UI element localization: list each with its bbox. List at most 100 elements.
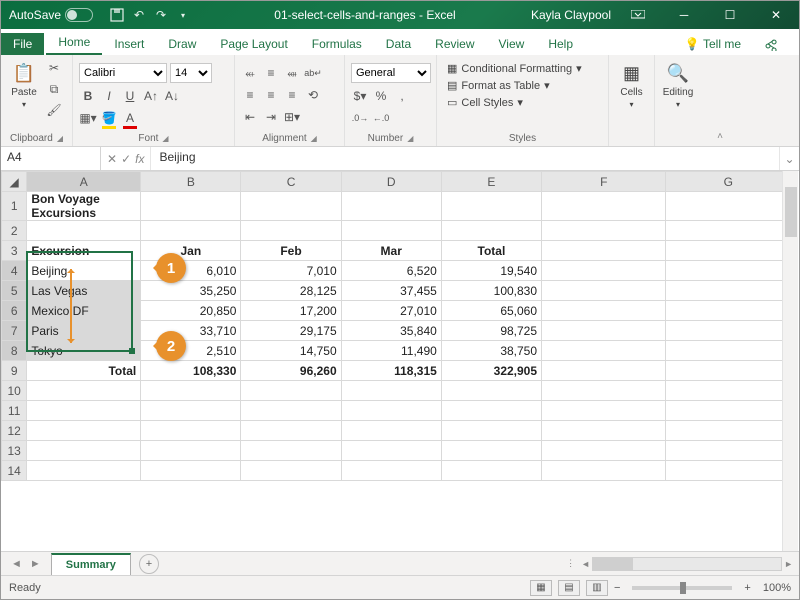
zoom-out-button[interactable]: − xyxy=(614,582,620,594)
tell-me[interactable]: 💡 Tell me xyxy=(673,33,753,55)
tab-help[interactable]: Help xyxy=(536,33,585,55)
row-header[interactable]: 6 xyxy=(2,301,27,321)
ribbon-options-icon[interactable] xyxy=(619,1,657,29)
row-header[interactable]: 14 xyxy=(2,461,27,481)
row-header[interactable]: 5 xyxy=(2,281,27,301)
page-layout-view-icon[interactable]: ▤ xyxy=(558,580,580,596)
undo-icon[interactable]: ↶ xyxy=(131,7,147,23)
cell[interactable]: 7,010 xyxy=(241,261,341,281)
align-bottom-icon[interactable]: ⬵ xyxy=(283,64,301,82)
fill-handle[interactable] xyxy=(129,348,135,354)
formula-input[interactable]: Beijing xyxy=(151,147,779,170)
cell[interactable]: Jan xyxy=(141,241,241,261)
add-sheet-button[interactable]: + xyxy=(139,554,159,574)
maximize-button[interactable]: ☐ xyxy=(711,1,749,29)
font-color-icon[interactable]: A xyxy=(121,109,139,127)
horizontal-scrollbar[interactable] xyxy=(592,557,782,571)
scroll-thumb[interactable] xyxy=(593,558,633,570)
row-header[interactable]: 4 xyxy=(2,261,27,281)
font-size-combo[interactable]: 14 xyxy=(170,63,212,83)
cell[interactable]: 19,540 xyxy=(441,261,541,281)
tab-formulas[interactable]: Formulas xyxy=(300,33,374,55)
col-header[interactable]: G xyxy=(666,172,791,192)
align-left-icon[interactable]: ≡ xyxy=(241,86,259,104)
cell[interactable]: 96,260 xyxy=(241,361,341,381)
worksheet-grid[interactable]: ◢ A B C D E F G 1Bon Voyage Excursions 2… xyxy=(1,171,799,551)
collapse-ribbon-icon[interactable]: ˄ xyxy=(709,55,731,146)
font-name-combo[interactable]: Calibri xyxy=(79,63,167,83)
vertical-scrollbar[interactable] xyxy=(782,171,798,551)
fill-color-icon[interactable]: 🪣 xyxy=(100,109,118,127)
cell[interactable]: 33,710 xyxy=(141,321,241,341)
cell[interactable]: 322,905 xyxy=(441,361,541,381)
col-header[interactable]: F xyxy=(542,172,666,192)
scroll-left-icon[interactable]: ◄ xyxy=(581,559,590,569)
row-header[interactable]: 10 xyxy=(2,381,27,401)
cell[interactable]: 14,750 xyxy=(241,341,341,361)
tab-split-handle[interactable]: ⋮ xyxy=(566,558,579,569)
cell[interactable]: Bon Voyage Excursions xyxy=(27,192,141,221)
share-button[interactable] xyxy=(753,33,791,55)
paste-button[interactable]: 📋 Paste ▾ xyxy=(7,59,41,109)
minimize-button[interactable]: ─ xyxy=(665,1,703,29)
row-header[interactable]: 3 xyxy=(2,241,27,261)
qat-dropdown-icon[interactable]: ▾ xyxy=(175,7,191,23)
tab-file[interactable]: File xyxy=(1,33,44,55)
zoom-in-button[interactable]: + xyxy=(744,582,750,594)
select-all-corner[interactable]: ◢ xyxy=(2,172,27,192)
cell[interactable]: 65,060 xyxy=(441,301,541,321)
cell[interactable]: 98,725 xyxy=(441,321,541,341)
align-right-icon[interactable]: ≡ xyxy=(283,86,301,104)
sheet-tab-summary[interactable]: Summary xyxy=(51,553,131,575)
cell[interactable]: 35,840 xyxy=(341,321,441,341)
cell-active[interactable]: Beijing xyxy=(27,261,141,281)
col-header[interactable]: A xyxy=(27,172,141,192)
scroll-right-icon[interactable]: ► xyxy=(784,559,793,569)
prev-sheet-icon[interactable]: ◄ xyxy=(11,558,22,570)
cell[interactable]: Feb xyxy=(241,241,341,261)
dialog-launcher-icon[interactable]: ◢ xyxy=(311,134,317,143)
editing-button[interactable]: 🔍Editing▾ xyxy=(661,59,695,109)
borders-icon[interactable]: ▦▾ xyxy=(79,109,97,127)
currency-icon[interactable]: $▾ xyxy=(351,87,369,105)
toggle-off-icon[interactable] xyxy=(65,8,93,22)
normal-view-icon[interactable]: ▦ xyxy=(530,580,552,596)
fx-icon[interactable]: fx xyxy=(135,152,144,166)
row-header[interactable]: 11 xyxy=(2,401,27,421)
decrease-indent-icon[interactable]: ⇤ xyxy=(241,108,259,126)
col-header[interactable]: D xyxy=(341,172,441,192)
cell[interactable]: 108,330 xyxy=(141,361,241,381)
align-middle-icon[interactable]: ≡ xyxy=(262,64,280,82)
format-painter-icon[interactable]: 🖌 xyxy=(45,101,63,119)
cell[interactable]: 17,200 xyxy=(241,301,341,321)
align-top-icon[interactable]: ⬴ xyxy=(241,64,259,82)
decrease-decimal-icon[interactable]: ←.0 xyxy=(372,109,390,127)
align-center-icon[interactable]: ≡ xyxy=(262,86,280,104)
cell[interactable]: Excursion xyxy=(27,241,141,261)
dialog-launcher-icon[interactable]: ◢ xyxy=(57,134,63,143)
format-as-table-button[interactable]: ▤Format as Table ▾ xyxy=(443,78,602,93)
wrap-text-icon[interactable]: ab↵ xyxy=(304,64,322,82)
cell[interactable]: Tokyo xyxy=(27,341,141,361)
bold-button[interactable]: B xyxy=(79,87,97,105)
comma-icon[interactable]: , xyxy=(393,87,411,105)
cell[interactable]: 11,490 xyxy=(341,341,441,361)
row-header[interactable]: 7 xyxy=(2,321,27,341)
autosave-toggle[interactable]: AutoSave xyxy=(1,8,101,22)
dialog-launcher-icon[interactable]: ◢ xyxy=(407,134,413,143)
cell[interactable]: 100,830 xyxy=(441,281,541,301)
row-header[interactable]: 9 xyxy=(2,361,27,381)
cell[interactable]: Total xyxy=(27,361,141,381)
tab-home[interactable]: Home xyxy=(46,31,102,55)
redo-icon[interactable]: ↷ xyxy=(153,7,169,23)
next-sheet-icon[interactable]: ► xyxy=(30,558,41,570)
cell[interactable]: 6,520 xyxy=(341,261,441,281)
percent-icon[interactable]: % xyxy=(372,87,390,105)
enter-formula-icon[interactable]: ✓ xyxy=(121,152,131,166)
cell[interactable]: 29,175 xyxy=(241,321,341,341)
page-break-view-icon[interactable]: ▥ xyxy=(586,580,608,596)
expand-formula-bar-icon[interactable]: ⌄ xyxy=(779,147,799,170)
tab-insert[interactable]: Insert xyxy=(102,33,156,55)
name-box[interactable]: A4 xyxy=(1,147,101,170)
orientation-icon[interactable]: ⟲ xyxy=(304,86,322,104)
